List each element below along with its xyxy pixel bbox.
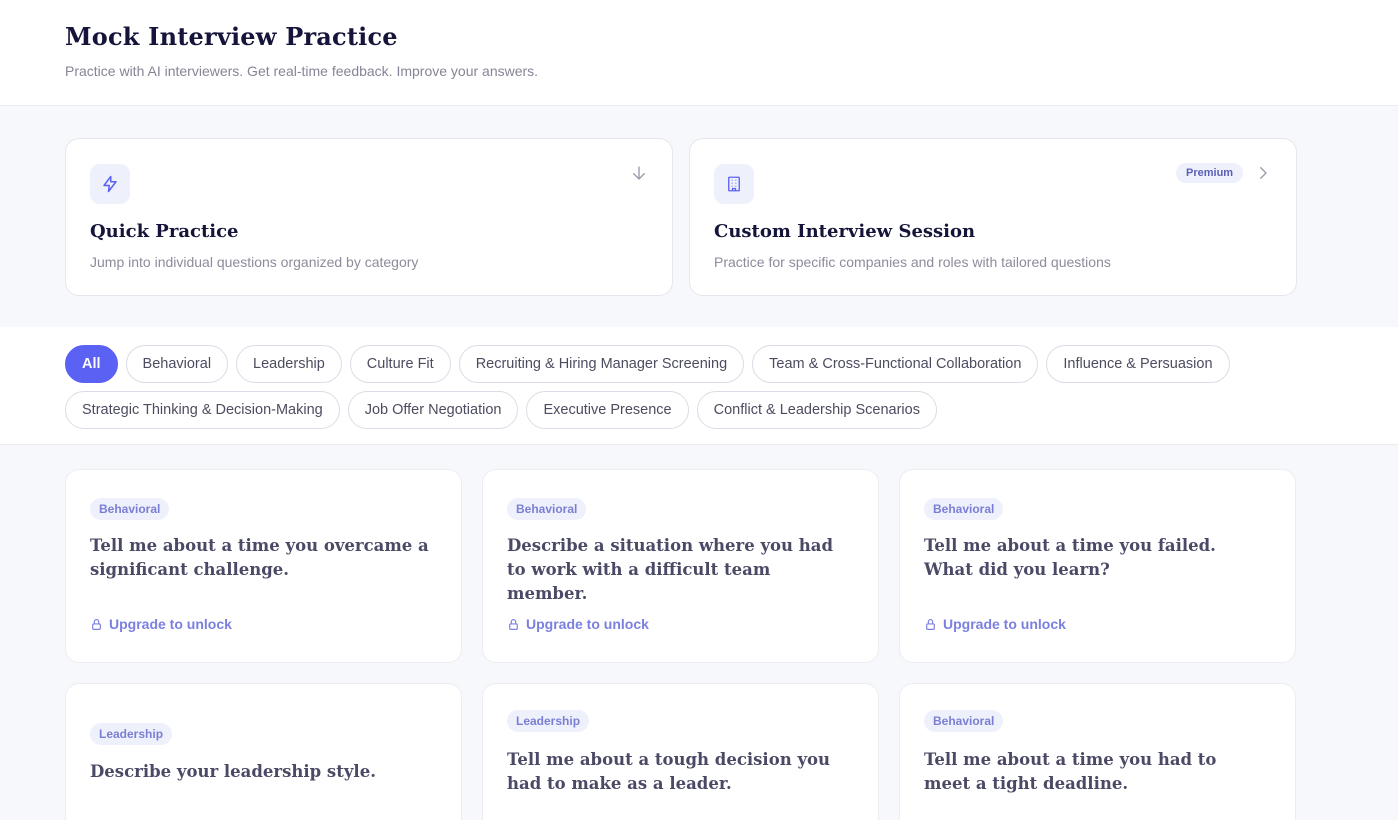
category-tag: Behavioral	[90, 498, 170, 520]
question-card[interactable]: Behavioral Tell me about a time you had …	[899, 683, 1296, 820]
category-tag: Behavioral	[924, 710, 1004, 732]
question-text: Describe your leadership style.	[90, 762, 376, 781]
filter-chip-strategic-thinking[interactable]: Strategic Thinking & Decision-Making	[65, 391, 340, 429]
filter-chip-conflict[interactable]: Conflict & Leadership Scenarios	[696, 391, 937, 429]
lock-icon	[92, 618, 101, 630]
question-text: Describe a situation where you had to wo…	[507, 536, 834, 603]
category-chips: All Behavioral Leadership Culture Fit Re…	[65, 345, 1315, 429]
filter-chip-job-offer[interactable]: Job Offer Negotiation	[347, 391, 519, 429]
quick-practice-description: Jump into individual questions organized…	[90, 254, 419, 270]
filter-chip-culture-fit[interactable]: Culture Fit	[349, 345, 451, 383]
category-tag: Behavioral	[924, 498, 1004, 520]
lock-icon	[509, 618, 518, 630]
custom-session-title: Custom Interview Session	[714, 221, 976, 242]
upgrade-to-unlock-link[interactable]: Upgrade to unlock	[90, 616, 232, 632]
question-text: Tell me about a time you had to meet a t…	[924, 750, 1217, 793]
category-filter-bar: All Behavioral Leadership Culture Fit Re…	[0, 327, 1398, 445]
question-text: Tell me about a time you overcame a sign…	[90, 536, 429, 579]
upgrade-to-unlock-link[interactable]: Upgrade to unlock	[507, 616, 649, 632]
lock-icon	[926, 618, 935, 630]
page-title: Mock Interview Practice	[65, 22, 398, 51]
custom-session-description: Practice for specific companies and role…	[714, 254, 1111, 270]
filter-chip-recruiting[interactable]: Recruiting & Hiring Manager Screening	[458, 345, 745, 383]
question-card[interactable]: Behavioral Tell me about a time you over…	[65, 469, 462, 663]
filter-chip-team-collaboration[interactable]: Team & Cross-Functional Collaboration	[752, 345, 1039, 383]
category-tag: Behavioral	[507, 498, 587, 520]
lightning-icon	[90, 164, 130, 204]
arrow-down-icon[interactable]	[630, 164, 648, 182]
premium-badge: Premium	[1176, 163, 1244, 183]
question-card[interactable]: Leadership Describe your leadership styl…	[65, 683, 462, 820]
filter-chip-influence[interactable]: Influence & Persuasion	[1046, 345, 1230, 383]
upgrade-label: Upgrade to unlock	[526, 616, 649, 632]
chevron-right-icon[interactable]	[1254, 164, 1272, 182]
question-text: Tell me about a tough decision you had t…	[507, 750, 831, 793]
category-tag: Leadership	[507, 710, 590, 732]
question-text: Tell me about a time you failed. What di…	[924, 536, 1216, 579]
question-card[interactable]: Leadership Tell me about a tough decisio…	[482, 683, 879, 820]
custom-session-card[interactable]: Premium Custom Interview Session Practic…	[689, 138, 1297, 296]
page-subtitle: Practice with AI interviewers. Get real-…	[65, 63, 539, 79]
question-card[interactable]: Behavioral Describe a situation where yo…	[482, 469, 879, 663]
filter-chip-executive-presence[interactable]: Executive Presence	[526, 391, 689, 429]
filter-chip-all[interactable]: All	[65, 345, 118, 383]
upgrade-to-unlock-link[interactable]: Upgrade to unlock	[924, 616, 1066, 632]
upgrade-label: Upgrade to unlock	[109, 616, 232, 632]
filter-chip-leadership[interactable]: Leadership	[236, 345, 342, 383]
page-header: Mock Interview Practice Practice with AI…	[0, 0, 1398, 106]
upgrade-label: Upgrade to unlock	[943, 616, 1066, 632]
building-icon	[714, 164, 754, 204]
category-tag: Leadership	[90, 723, 173, 745]
question-card[interactable]: Behavioral Tell me about a time you fail…	[899, 469, 1296, 663]
quick-practice-card[interactable]: Quick Practice Jump into individual ques…	[65, 138, 673, 296]
quick-practice-title: Quick Practice	[90, 221, 239, 242]
filter-chip-behavioral[interactable]: Behavioral	[125, 345, 229, 383]
